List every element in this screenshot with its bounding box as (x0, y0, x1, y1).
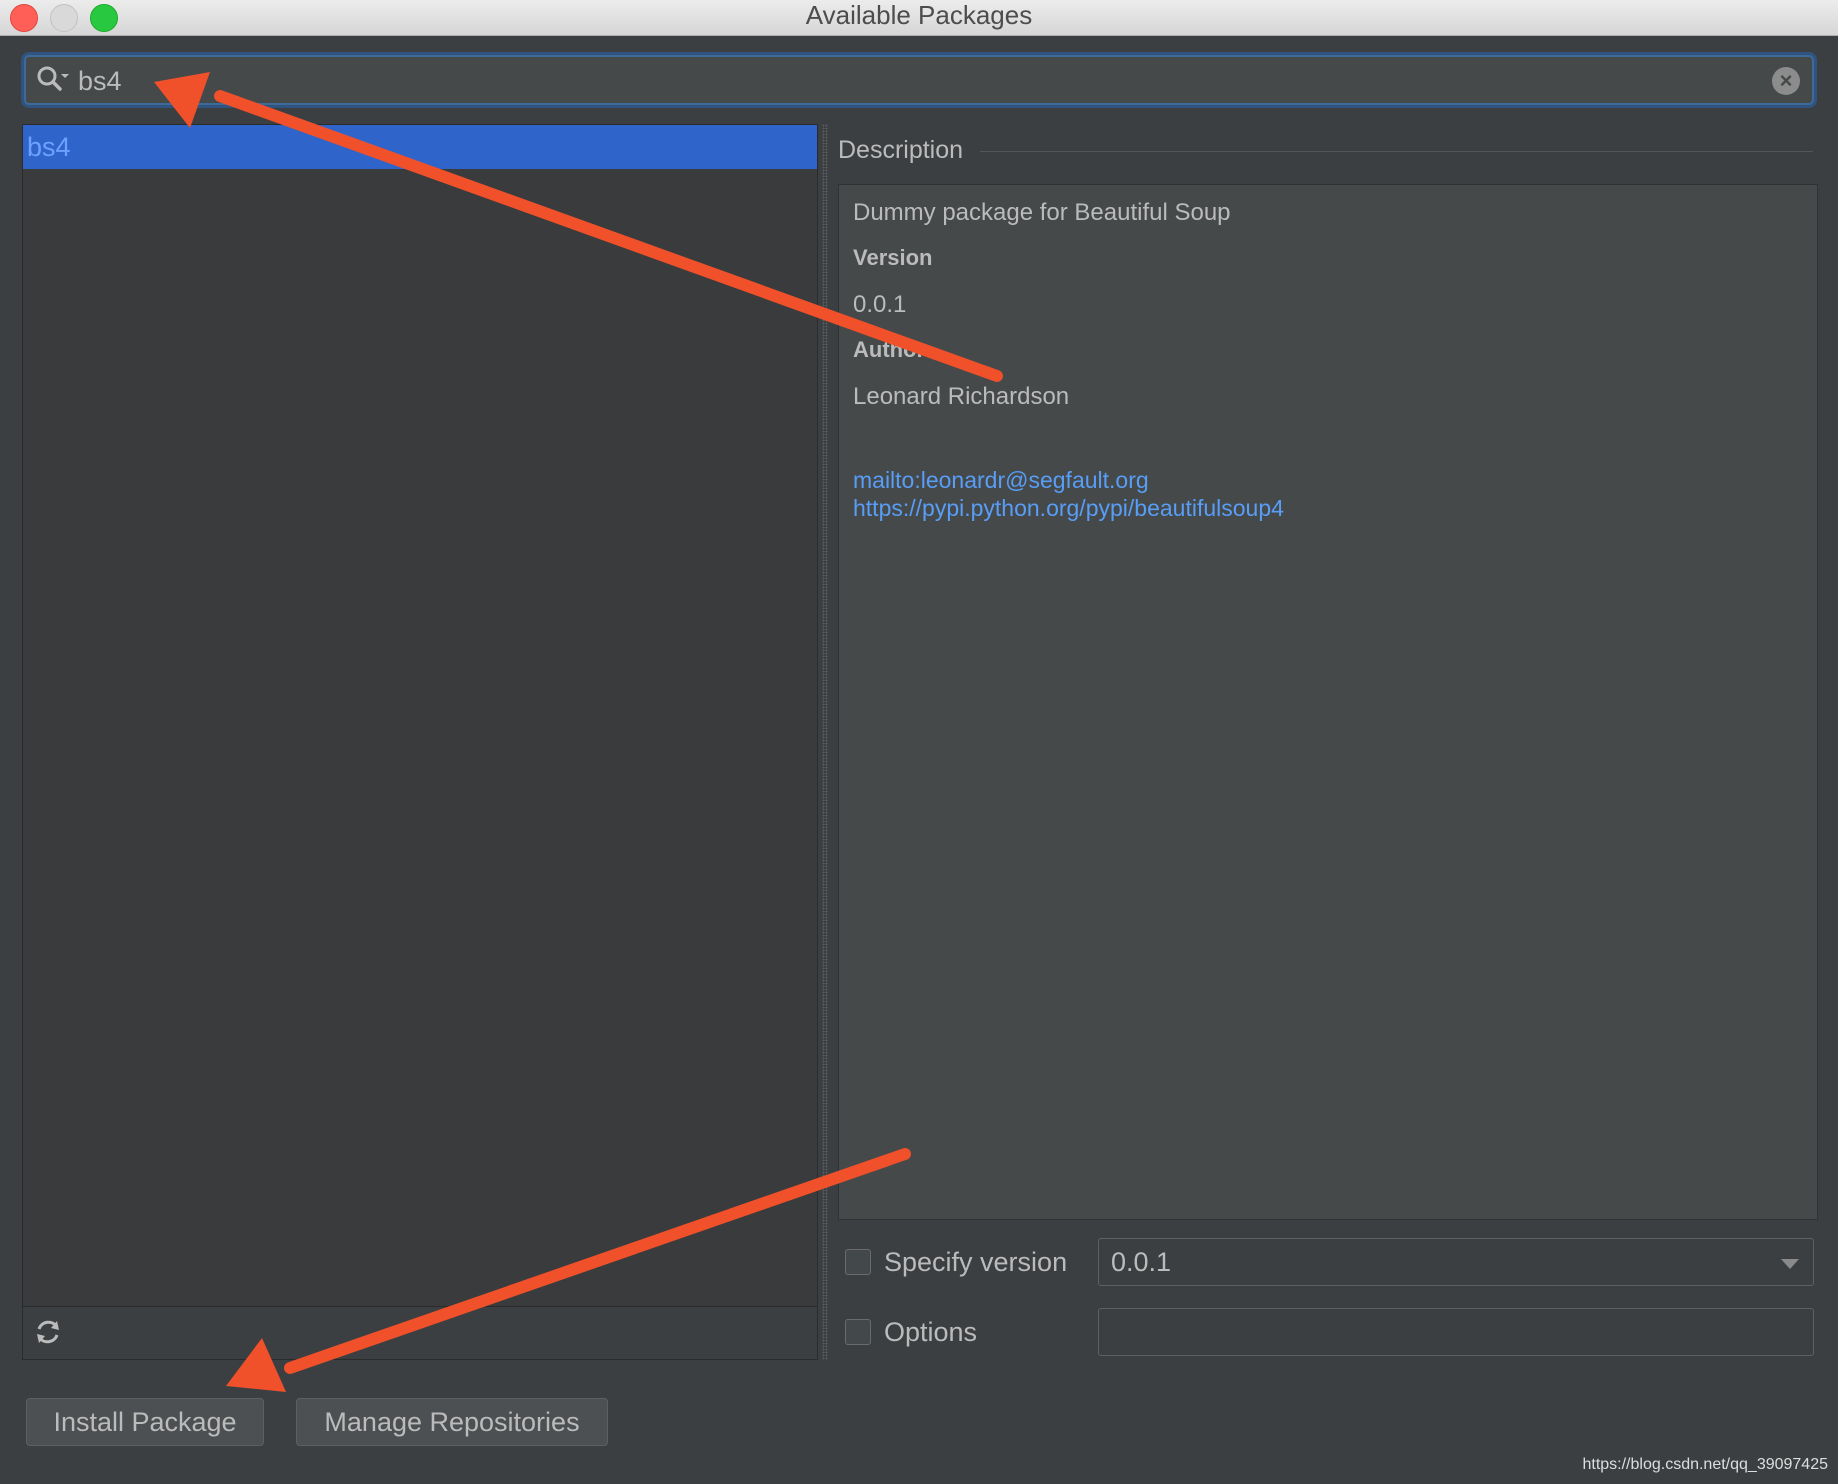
title-bar: Available Packages (0, 0, 1838, 36)
description-panel: Dummy package for Beautiful Soup Version… (838, 184, 1818, 1220)
version-value: 0.0.1 (853, 291, 907, 318)
refresh-icon[interactable] (33, 1317, 63, 1347)
list-item[interactable]: bs4 (23, 125, 817, 169)
options-checkbox[interactable] (845, 1319, 871, 1345)
panel-splitter[interactable] (822, 124, 828, 1360)
search-input[interactable] (76, 61, 1740, 101)
clear-search-icon[interactable]: × (1772, 67, 1800, 95)
search-icon[interactable] (36, 65, 70, 95)
homepage-link[interactable]: https://pypi.python.org/pypi/beautifulso… (853, 495, 1284, 522)
specify-version-label: Specify version (884, 1247, 1068, 1277)
author-value: Leonard Richardson (853, 383, 1070, 410)
install-package-button[interactable]: Install Package (26, 1398, 264, 1446)
package-summary: Dummy package for Beautiful Soup (853, 199, 1231, 226)
version-label: Version (853, 245, 933, 270)
email-link[interactable]: mailto:leonardr@segfault.org (853, 467, 1149, 494)
options-label: Options (884, 1317, 978, 1347)
window-title: Available Packages (805, 0, 1033, 30)
specify-version-checkbox[interactable] (845, 1249, 871, 1275)
version-select-value: 0.0.1 (1111, 1247, 1172, 1277)
version-select[interactable]: 0.0.1 (1098, 1238, 1814, 1286)
chevron-down-icon (1781, 1259, 1799, 1269)
manage-repositories-button[interactable]: Manage Repositories (296, 1398, 608, 1446)
description-header: Description (838, 136, 964, 164)
author-label: Author (853, 337, 926, 362)
options-input[interactable] (1098, 1308, 1814, 1356)
package-list: bs4 (22, 124, 818, 1360)
watermark: https://blog.csdn.net/qq_39097425 (1582, 1456, 1828, 1473)
list-toolbar (23, 1306, 817, 1359)
search-field[interactable]: × (24, 55, 1814, 105)
description-divider (980, 151, 1813, 152)
